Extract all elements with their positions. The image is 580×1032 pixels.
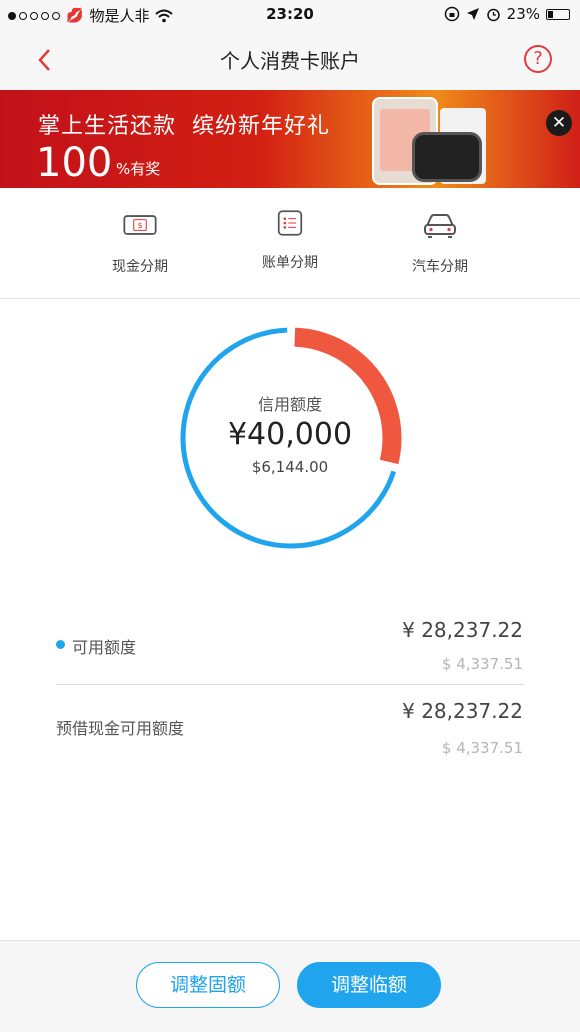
battery-percent: 23% bbox=[506, 5, 540, 23]
car-icon bbox=[424, 214, 456, 238]
footer-actions: 调整固额 调整临额 bbox=[0, 940, 580, 1032]
alarm-icon bbox=[486, 8, 500, 21]
bill-icon bbox=[277, 210, 303, 236]
quick-action-bill-label: 账单分期 bbox=[262, 255, 318, 271]
location-icon bbox=[466, 8, 479, 20]
rotation-lock-icon bbox=[444, 6, 459, 22]
quick-action-car-label: 汽车分期 bbox=[412, 259, 468, 275]
battery-icon bbox=[546, 8, 570, 20]
adjust-fixed-limit-button[interactable]: 调整固额 bbox=[136, 962, 280, 1008]
available-dot-icon bbox=[56, 640, 65, 649]
credit-amount-usd: $6,144.00 bbox=[251, 458, 329, 476]
promo-banner[interactable]: 掌上生活还款 缤纷新年好礼 100 %有奖 bbox=[0, 90, 580, 188]
watch-image bbox=[412, 132, 482, 182]
banner-headline: 掌上生活还款 缤纷新年好礼 bbox=[38, 114, 330, 139]
status-right: 23% bbox=[444, 5, 570, 23]
adjust-temp-limit-button[interactable]: 调整临额 bbox=[297, 962, 441, 1008]
page-title: 个人消费卡账户 bbox=[220, 49, 360, 73]
nav-bar: 个人消费卡账户 ? bbox=[0, 30, 580, 90]
svg-text:$: $ bbox=[137, 221, 142, 230]
quick-action-car[interactable]: 汽车分期 bbox=[380, 212, 500, 276]
cash-advance-cny: ¥ 28,237.22 bbox=[402, 699, 523, 723]
available-label: 可用额度 bbox=[72, 638, 137, 657]
credit-label: 信用额度 bbox=[257, 395, 322, 414]
row-divider bbox=[56, 684, 524, 685]
status-bar: 💋 物是人非 23:20 23% bbox=[0, 0, 580, 30]
quick-action-cash-label: 现金分期 bbox=[112, 259, 168, 275]
close-icon[interactable]: ✕ bbox=[546, 110, 572, 136]
cash-advance-usd: $ 4,337.51 bbox=[441, 739, 523, 757]
credit-ring-area: 信用额度 ¥40,000 $6,144.00 bbox=[0, 299, 580, 599]
credit-amount-cny: ¥40,000 bbox=[227, 417, 353, 452]
help-icon[interactable]: ? bbox=[524, 45, 552, 73]
cash-advance-label: 预借现金可用额度 bbox=[56, 719, 185, 738]
cash-icon: $ bbox=[123, 215, 157, 235]
banner-big-number: 100 bbox=[36, 140, 113, 186]
available-usd: $ 4,337.51 bbox=[441, 655, 523, 673]
quick-action-bill[interactable]: 账单分期 bbox=[230, 210, 350, 272]
banner-suffix: %有奖 bbox=[116, 160, 161, 178]
available-cny: ¥ 28,237.22 bbox=[402, 618, 523, 642]
quick-actions: $ 现金分期 账单分期 汽车分期 bbox=[0, 188, 580, 299]
quick-action-cash[interactable]: $ 现金分期 bbox=[80, 212, 200, 276]
